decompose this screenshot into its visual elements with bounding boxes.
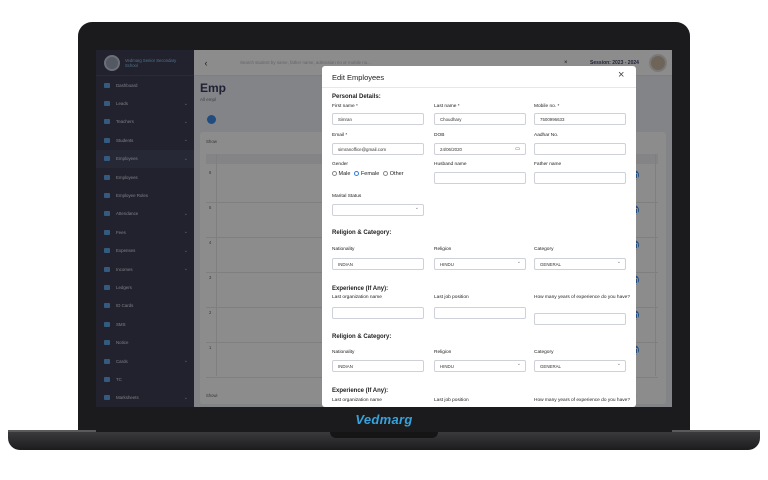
last-org-label-2: Last organization name: [332, 398, 382, 403]
husband-name-field[interactable]: [434, 172, 526, 184]
experience-heading: Experience (If Any):: [332, 286, 389, 292]
religion-select[interactable]: HINDU: [434, 258, 526, 270]
personal-details-heading: Personal Details:: [332, 94, 381, 100]
dob-field[interactable]: 24/06/2020 ▭: [434, 143, 526, 155]
laptop-notch: [330, 432, 438, 438]
last-job-label: Last job position: [434, 295, 469, 300]
category-select-2[interactable]: GENERAL: [534, 360, 626, 372]
years-experience-label: How many years of experience do you have…: [534, 295, 630, 300]
radio-female[interactable]: [354, 171, 360, 177]
years-experience-field[interactable]: [534, 313, 626, 325]
aadhar-label: Aadhar No.: [534, 133, 559, 138]
modal-title: Edit Employees: [332, 73, 385, 82]
religion-label: Religion: [434, 247, 452, 252]
gender-female-label: Female: [360, 171, 380, 177]
religion-category-heading: Religion & Category:: [332, 230, 392, 236]
bezel-bottom: Vedmarg: [96, 407, 672, 432]
dob-label: DOB: [434, 133, 445, 138]
vedmarg-logo: Vedmarg: [355, 412, 413, 427]
marital-status-label: Marital Status: [332, 194, 362, 199]
aadhar-field[interactable]: [534, 143, 626, 155]
gender-option-other[interactable]: Other: [383, 171, 404, 177]
last-job-label-2: Last job position: [434, 398, 469, 403]
email-field[interactable]: simranoffice@gmail.com: [332, 143, 424, 155]
modal-header: Edit Employees ×: [322, 66, 636, 88]
screen: Vedmarg Senior Secondary School Dashboar…: [96, 50, 672, 407]
religion-select-2[interactable]: HINDU: [434, 360, 526, 372]
category-select[interactable]: GENERAL: [534, 258, 626, 270]
mobile-field[interactable]: 7500996633: [534, 113, 626, 125]
religion-category-heading-2: Religion & Category:: [332, 334, 392, 340]
last-name-field[interactable]: Choudhary: [434, 113, 526, 125]
calendar-icon[interactable]: ▭: [515, 146, 520, 152]
radio-other[interactable]: [383, 171, 389, 177]
mobile-label: Mobile no. *: [534, 104, 560, 109]
nationality-label-2: Nationality: [332, 350, 355, 355]
dob-value: 24/06/2020: [440, 147, 462, 152]
nationality-label: Nationality: [332, 247, 355, 252]
edit-employee-modal: Edit Employees × Personal Details: First…: [322, 66, 636, 407]
last-org-label: Last organization name: [332, 295, 382, 300]
nationality-field-2[interactable]: INDIAN: [332, 360, 424, 372]
radio-male[interactable]: [332, 171, 337, 177]
last-org-field[interactable]: [332, 307, 424, 319]
category-label: Category: [534, 247, 554, 252]
nationality-field[interactable]: INDIAN: [332, 258, 424, 270]
years-experience-label-2: How many years of experience do you have…: [534, 398, 630, 403]
category-label-2: Category: [534, 350, 554, 355]
first-name-field[interactable]: Simran: [332, 113, 424, 125]
gender-male-label: Male: [338, 171, 351, 177]
husband-name-label: Husband name: [434, 162, 467, 167]
first-name-label: First name *: [332, 104, 358, 109]
experience-heading-2: Experience (If Any):: [332, 388, 389, 394]
gender-option-female[interactable]: Female: [354, 171, 379, 177]
marital-status-select[interactable]: [332, 204, 424, 216]
last-job-field[interactable]: [434, 307, 526, 319]
gender-option-male[interactable]: Male: [332, 171, 350, 177]
last-name-label: Last name *: [434, 104, 460, 109]
father-name-field[interactable]: [534, 172, 626, 184]
gender-label: Gender: [332, 162, 348, 167]
gender-other-label: Other: [389, 171, 404, 177]
email-label: Email *: [332, 133, 348, 138]
religion-label-2: Religion: [434, 350, 452, 355]
gender-radio-group: Male Female Other: [332, 171, 404, 177]
father-name-label: Father name: [534, 162, 562, 167]
close-icon[interactable]: ×: [618, 69, 624, 81]
